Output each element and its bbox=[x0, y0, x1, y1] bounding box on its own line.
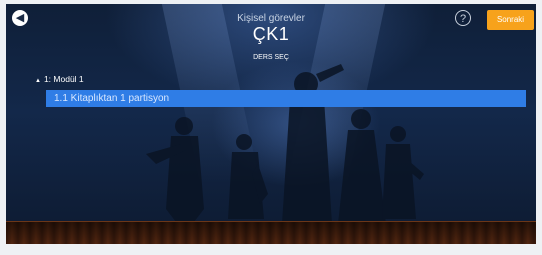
page-title: ÇK1 bbox=[252, 24, 290, 44]
tree-module-label: 1: Modül 1 bbox=[43, 74, 84, 84]
help-button[interactable]: ? bbox=[455, 10, 471, 26]
app-screen: ◀ Kişisel görevler ÇK1 ? Sonraki DERS SE… bbox=[6, 4, 536, 244]
next-button[interactable]: Sonraki bbox=[487, 10, 534, 30]
section-label: DERS SEÇ bbox=[253, 54, 289, 61]
tree-item-label: 1.1 Kitaplıktan 1 partisyon bbox=[54, 93, 170, 104]
expand-triangle-icon[interactable]: ▲ bbox=[35, 78, 41, 84]
tree-item-selected[interactable]: 1.1 Kitaplıktan 1 partisyon bbox=[46, 90, 526, 107]
tree-module-node[interactable]: ▲ 1: Modül 1 bbox=[35, 74, 84, 84]
stage-floor bbox=[6, 221, 536, 244]
